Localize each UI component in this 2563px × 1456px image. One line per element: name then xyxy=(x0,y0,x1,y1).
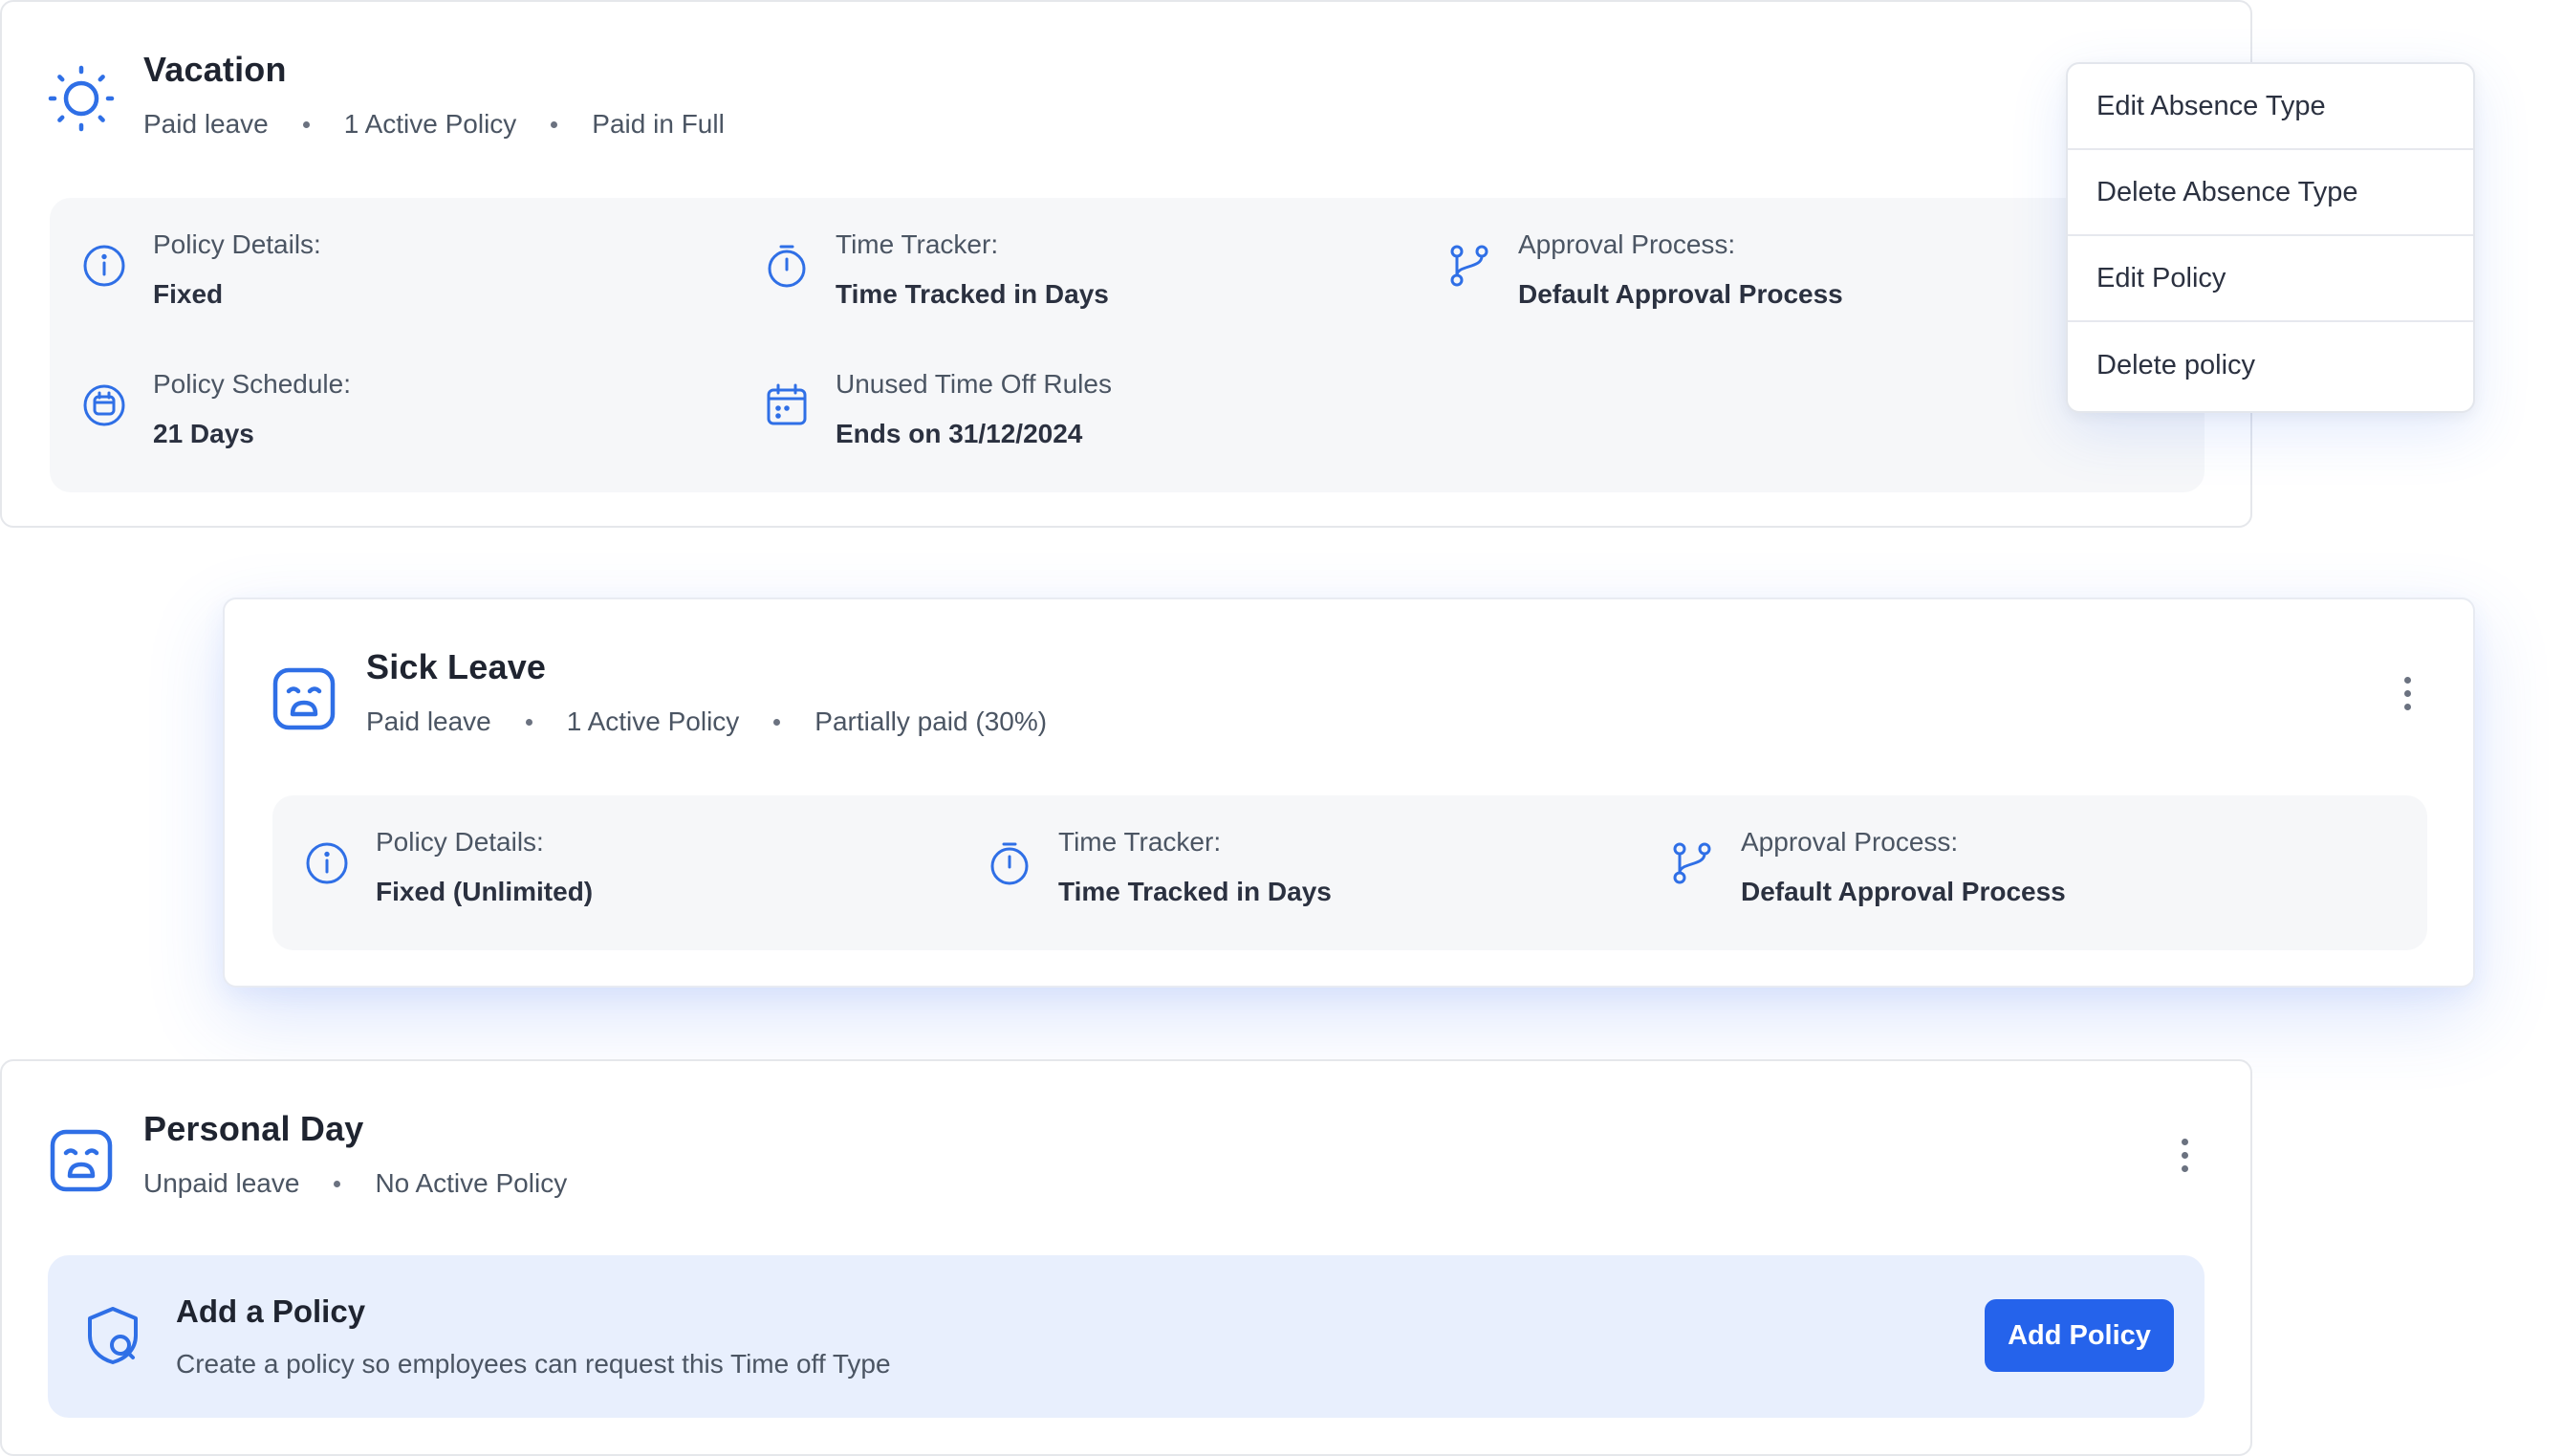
menu-item-edit-policy[interactable]: Edit Policy xyxy=(2068,236,2473,322)
separator-dot xyxy=(302,120,310,128)
detail-value: Default Approval Process xyxy=(1518,279,1843,309)
kebab-dot xyxy=(2403,676,2411,684)
detail-value: Fixed (Unlimited) xyxy=(376,877,594,906)
info-icon xyxy=(303,839,351,887)
info-icon xyxy=(80,242,128,290)
kebab-dot xyxy=(2181,1138,2188,1145)
kebab-dot xyxy=(2403,703,2411,710)
leave-type: Paid leave xyxy=(143,109,269,139)
absence-meta: Paid leave 1 Active Policy Paid in Full xyxy=(143,109,725,140)
stopwatch-icon xyxy=(986,839,1033,887)
sun-icon xyxy=(47,64,116,133)
absence-meta: Unpaid leave No Active Policy xyxy=(143,1168,567,1199)
detail-value: Time Tracked in Days xyxy=(1058,877,1332,906)
detail-label: Approval Process: xyxy=(1518,229,1736,259)
absence-title: Personal Day xyxy=(143,1109,364,1148)
leave-type: Paid leave xyxy=(366,706,491,736)
detail-value: Default Approval Process xyxy=(1741,877,2066,906)
add-policy-button[interactable]: Add Policy xyxy=(1985,1299,2174,1372)
detail-label: Unused Time Off Rules xyxy=(836,369,1112,399)
sad-face-icon xyxy=(270,664,338,733)
detail-approval-process: Approval Process: Default Approval Proce… xyxy=(1668,826,2066,908)
calendar-clock-icon xyxy=(80,381,128,429)
add-policy-panel: Add a Policy Create a policy so employee… xyxy=(48,1255,2205,1418)
active-policy-count: 1 Active Policy xyxy=(343,109,517,139)
absence-card-vacation: Vacation Paid leave 1 Active Policy Paid… xyxy=(0,0,2252,528)
detail-label: Time Tracker: xyxy=(836,229,999,259)
absence-card-sick-leave: Sick Leave Paid leave 1 Active Policy Pa… xyxy=(223,598,2475,988)
active-policy-count: No Active Policy xyxy=(375,1168,568,1198)
absence-types-page: Vacation Paid leave 1 Active Policy Paid… xyxy=(0,0,2563,1456)
shield-search-icon xyxy=(80,1303,145,1368)
menu-item-edit-absence-type[interactable]: Edit Absence Type xyxy=(2068,64,2473,150)
kebab-dot xyxy=(2181,1164,2188,1172)
detail-label: Policy Schedule: xyxy=(153,369,352,399)
separator-dot xyxy=(334,1180,341,1187)
absence-title: Sick Leave xyxy=(366,647,547,686)
more-options-button[interactable] xyxy=(2165,1126,2204,1184)
absence-title: Vacation xyxy=(143,50,287,89)
absence-card-personal-day: Personal Day Unpaid leave No Active Poli… xyxy=(0,1059,2252,1456)
detail-policy-details: Policy Details: Fixed (Unlimited) xyxy=(303,826,593,908)
kebab-dot xyxy=(2181,1151,2188,1159)
separator-dot xyxy=(525,718,532,726)
add-policy-description: Create a policy so employees can request… xyxy=(176,1349,891,1379)
branch-icon xyxy=(1668,839,1716,887)
detail-label: Policy Details: xyxy=(376,827,544,857)
stopwatch-icon xyxy=(763,242,811,290)
detail-time-tracker: Time Tracker: Time Tracked in Days xyxy=(986,826,1332,908)
menu-item-delete-policy[interactable]: Delete policy xyxy=(2068,322,2473,408)
kebab-dot xyxy=(2403,689,2411,697)
branch-icon xyxy=(1445,242,1493,290)
detail-policy-schedule: Policy Schedule: 21 Days xyxy=(80,368,351,450)
absence-context-menu: Edit Absence Type Delete Absence Type Ed… xyxy=(2066,62,2475,413)
policy-details-panel: Policy Details: Fixed (Unlimited) Time T… xyxy=(272,795,2427,950)
leave-type: Unpaid leave xyxy=(143,1168,300,1198)
detail-value: Fixed xyxy=(153,279,224,309)
detail-value: 21 Days xyxy=(153,419,254,448)
pay-type: Partially paid (30%) xyxy=(815,706,1048,736)
detail-label: Policy Details: xyxy=(153,229,321,259)
more-options-button[interactable] xyxy=(2388,664,2426,722)
detail-unused-time-off: Unused Time Off Rules Ends on 31/12/2024 xyxy=(763,368,1112,450)
detail-label: Time Tracker: xyxy=(1058,827,1222,857)
add-policy-title: Add a Policy xyxy=(176,1293,366,1329)
separator-dot xyxy=(551,120,558,128)
detail-time-tracker: Time Tracker: Time Tracked in Days xyxy=(763,228,1109,311)
pay-type: Paid in Full xyxy=(592,109,725,139)
calendar-icon xyxy=(763,381,811,429)
active-policy-count: 1 Active Policy xyxy=(566,706,740,736)
sad-face-icon xyxy=(47,1126,116,1195)
detail-approval-process: Approval Process: Default Approval Proce… xyxy=(1445,228,1843,311)
detail-policy-details: Policy Details: Fixed xyxy=(80,228,321,311)
absence-meta: Paid leave 1 Active Policy Partially pai… xyxy=(366,706,1047,737)
separator-dot xyxy=(773,718,781,726)
detail-value: Ends on 31/12/2024 xyxy=(836,419,1083,448)
policy-details-panel: Policy Details: Fixed Time Tracker: Time… xyxy=(50,198,2205,492)
detail-label: Approval Process: xyxy=(1741,827,1959,857)
menu-item-delete-absence-type[interactable]: Delete Absence Type xyxy=(2068,150,2473,236)
detail-value: Time Tracked in Days xyxy=(836,279,1109,309)
